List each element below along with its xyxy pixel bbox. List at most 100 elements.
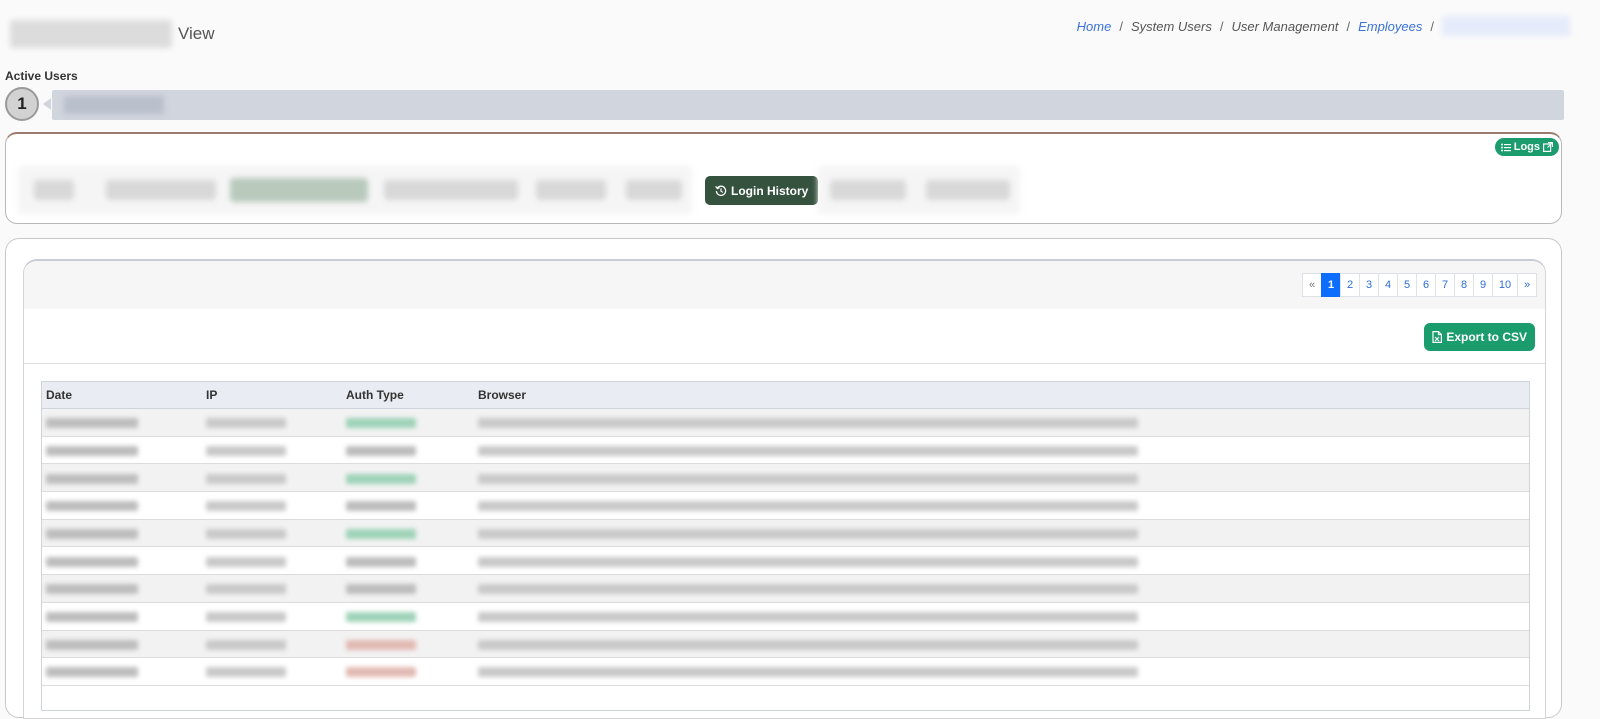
pagination-page[interactable]: 3 — [1359, 273, 1379, 297]
pagination-page[interactable]: 4 — [1378, 273, 1398, 297]
logs-button[interactable]: Logs — [1494, 138, 1559, 156]
login-history-table: Date IP Auth Type Browser — [41, 381, 1530, 711]
cell-auth-type-redacted — [346, 418, 416, 429]
cell-auth-type — [342, 436, 474, 465]
cell-date-redacted — [46, 667, 138, 678]
table-row — [42, 657, 1529, 686]
pagination-page[interactable]: 8 — [1454, 273, 1474, 297]
column-header-browser[interactable]: Browser — [474, 382, 1529, 409]
export-csv-label: Export to CSV — [1446, 330, 1527, 344]
tab-redacted[interactable] — [626, 180, 682, 200]
cell-auth-type — [342, 546, 474, 576]
cell-browser — [474, 491, 1529, 520]
pagination-page[interactable]: 7 — [1435, 273, 1455, 297]
cell-browser — [474, 436, 1529, 465]
breadcrumb-user-management: User Management — [1231, 18, 1339, 34]
cell-date — [42, 546, 202, 576]
cell-browser — [474, 546, 1529, 576]
pagination-page[interactable]: 1 — [1321, 273, 1341, 297]
pagination-page[interactable]: 6 — [1416, 273, 1436, 297]
cell-ip-redacted — [206, 611, 286, 622]
pagination-prev[interactable]: « — [1302, 273, 1322, 297]
login-history-panel: « 1 2 3 4 5 6 7 8 9 10 » Export to CSV D… — [23, 259, 1546, 719]
cell-auth-type-redacted — [346, 528, 416, 539]
cell-auth-type-redacted — [346, 473, 416, 484]
cell-browser — [474, 602, 1529, 631]
export-csv-button[interactable]: Export to CSV — [1424, 323, 1535, 351]
pagination-next[interactable]: » — [1517, 273, 1537, 297]
cell-auth-type — [342, 657, 474, 686]
tab-redacted[interactable] — [34, 180, 74, 200]
tab-login-history[interactable]: Login History — [705, 176, 819, 205]
cell-browser-redacted — [478, 501, 1138, 512]
tab-redacted[interactable] — [830, 180, 906, 200]
cell-ip-redacted — [206, 556, 286, 567]
cell-auth-type — [342, 519, 474, 548]
column-header-auth-type[interactable]: Auth Type — [342, 382, 474, 409]
table-row — [42, 491, 1529, 520]
cell-auth-type-redacted — [346, 501, 416, 512]
cell-auth-type — [342, 630, 474, 659]
table-row — [42, 519, 1529, 548]
external-link-icon — [1543, 142, 1553, 152]
active-user-bar — [52, 90, 1564, 120]
profile-tabs: Login History — [18, 166, 1020, 214]
cell-browser — [474, 463, 1529, 493]
cell-date-redacted — [46, 445, 138, 456]
user-name-redacted — [10, 20, 172, 48]
table-row — [42, 408, 1529, 437]
column-header-date[interactable]: Date — [42, 382, 202, 409]
tab-redacted[interactable] — [536, 180, 606, 200]
cell-browser — [474, 519, 1529, 548]
cell-ip — [202, 519, 342, 548]
cell-date — [42, 602, 202, 631]
breadcrumb-separator: / — [1430, 18, 1434, 34]
cell-auth-type-redacted — [346, 639, 416, 650]
cell-browser-redacted — [478, 528, 1138, 539]
cell-browser-redacted — [478, 611, 1138, 622]
pagination-page[interactable]: 2 — [1340, 273, 1360, 297]
cell-auth-type-redacted — [346, 445, 416, 456]
cell-date — [42, 491, 202, 520]
history-icon — [715, 185, 727, 197]
cell-date — [42, 574, 202, 603]
cell-ip-redacted — [206, 667, 286, 678]
breadcrumb-separator: / — [1346, 18, 1351, 34]
cell-ip — [202, 630, 342, 659]
active-users-row: 1 — [5, 87, 1595, 123]
active-users-title: Active Users — [5, 69, 78, 83]
tab-redacted[interactable] — [230, 178, 368, 202]
breadcrumb-separator: / — [1219, 18, 1224, 34]
cell-date-redacted — [46, 528, 138, 539]
cell-date-redacted — [46, 584, 138, 595]
active-user-name-redacted — [64, 96, 164, 114]
pagination-page[interactable]: 5 — [1397, 273, 1417, 297]
cell-browser-redacted — [478, 445, 1138, 456]
cell-ip — [202, 602, 342, 631]
tab-redacted[interactable] — [106, 180, 216, 200]
breadcrumb-employees[interactable]: Employees — [1358, 19, 1422, 34]
login-history-label: Login History — [731, 183, 809, 198]
cell-date-redacted — [46, 418, 138, 429]
tab-redacted[interactable] — [384, 180, 518, 200]
page-title-suffix: View — [178, 24, 215, 43]
breadcrumb-home[interactable]: Home — [1077, 19, 1112, 34]
cell-ip — [202, 463, 342, 493]
breadcrumb-separator: / — [1119, 18, 1123, 34]
table-row — [42, 436, 1529, 465]
pagination-page[interactable]: 10 — [1492, 273, 1518, 297]
cell-browser-redacted — [478, 639, 1138, 650]
tab-redacted[interactable] — [926, 180, 1010, 200]
cell-auth-type — [342, 491, 474, 520]
cell-date-redacted — [46, 611, 138, 622]
column-header-ip[interactable]: IP — [202, 382, 342, 409]
cell-browser-redacted — [478, 667, 1138, 678]
cell-date — [42, 408, 202, 437]
tabs-redacted-group — [18, 166, 692, 214]
cell-date — [42, 436, 202, 465]
cell-browser — [474, 630, 1529, 659]
pagination-page[interactable]: 9 — [1473, 273, 1493, 297]
cell-ip-redacted — [206, 473, 286, 484]
cell-browser — [474, 657, 1529, 686]
cell-date — [42, 657, 202, 686]
